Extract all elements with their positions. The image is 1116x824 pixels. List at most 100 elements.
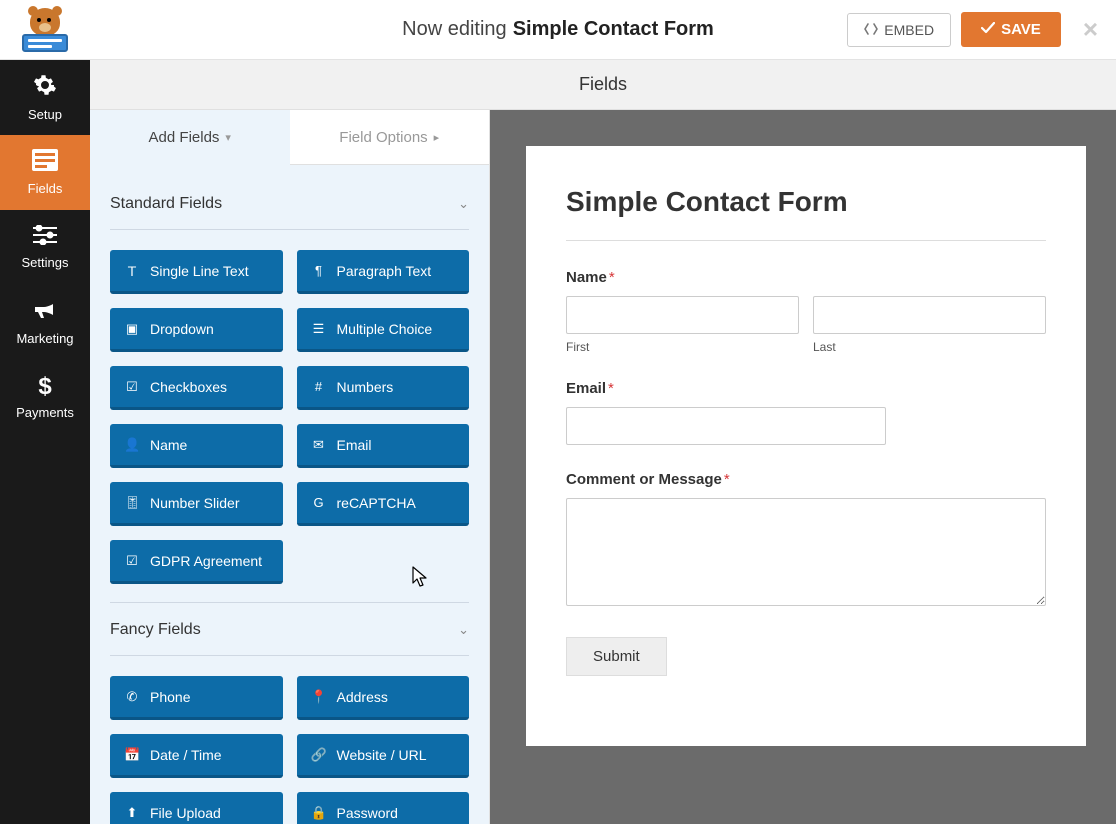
- editing-prefix: Now editing: [402, 18, 507, 41]
- field-block-name[interactable]: Name* First Last: [566, 269, 1046, 354]
- field-block-email[interactable]: Email*: [566, 380, 1046, 445]
- required-mark: *: [724, 471, 730, 488]
- field-label: Date / Time: [150, 747, 222, 763]
- tab-field-options-label: Field Options: [339, 129, 427, 146]
- calendar-icon: 📅: [124, 747, 140, 763]
- nav-setup[interactable]: Setup: [0, 60, 90, 135]
- gear-icon: [33, 73, 57, 101]
- divider: [566, 240, 1046, 241]
- list-ul-icon: ☰: [311, 321, 327, 337]
- main-area: Add Fields ▾ Field Options ▸ Standard Fi…: [90, 110, 1116, 824]
- first-sublabel: First: [566, 340, 799, 354]
- section-fancy-label: Fancy Fields: [110, 621, 201, 639]
- field-label: Email: [337, 437, 372, 453]
- email-input[interactable]: [566, 407, 886, 445]
- sliders-icon: [33, 225, 57, 249]
- field-number-slider[interactable]: 🎚 Number Slider: [110, 482, 283, 526]
- field-single-line-text[interactable]: Ｔ Single Line Text: [110, 250, 283, 294]
- field-label: Address: [337, 689, 388, 705]
- save-button[interactable]: SAVE: [961, 12, 1061, 47]
- field-numbers[interactable]: # Numbers: [297, 366, 470, 410]
- field-label: Password: [337, 805, 398, 821]
- upload-icon: ⬆: [124, 805, 140, 821]
- nav-setup-label: Setup: [28, 107, 62, 122]
- field-website-url[interactable]: 🔗 Website / URL: [297, 734, 470, 778]
- nav-marketing[interactable]: Marketing: [0, 285, 90, 360]
- comment-textarea[interactable]: [566, 498, 1046, 606]
- field-dropdown[interactable]: ▣ Dropdown: [110, 308, 283, 352]
- link-icon: 🔗: [311, 747, 327, 763]
- name-label: Name*: [566, 269, 1046, 286]
- sliders-icon: 🎚: [124, 495, 140, 511]
- text-cursor-icon: Ｔ: [124, 261, 140, 280]
- field-label: File Upload: [150, 805, 221, 821]
- mascot-icon: [18, 8, 72, 52]
- field-label: Dropdown: [150, 321, 214, 337]
- app-logo: [0, 0, 90, 60]
- field-file-upload[interactable]: ⬆ File Upload: [110, 792, 283, 824]
- form-card[interactable]: Simple Contact Form Name* First Last: [526, 146, 1086, 746]
- fancy-fields-grid: ✆ Phone 📍 Address 📅 Date / Time 🔗 Websit…: [110, 656, 469, 824]
- field-block-comment[interactable]: Comment or Message*: [566, 471, 1046, 611]
- check-square-icon: ☑: [124, 379, 140, 395]
- section-standard-fields[interactable]: Standard Fields ⌄: [110, 177, 469, 230]
- chevron-down-icon: ⌄: [458, 622, 469, 638]
- embed-button[interactable]: EMBED: [847, 13, 951, 47]
- section-fancy-fields[interactable]: Fancy Fields ⌄: [110, 602, 469, 656]
- embed-label: EMBED: [884, 22, 934, 38]
- paragraph-icon: ¶: [311, 263, 327, 278]
- close-button[interactable]: ×: [1083, 14, 1098, 45]
- nav-marketing-label: Marketing: [16, 331, 73, 346]
- label-text: Email: [566, 380, 606, 397]
- field-multiple-choice[interactable]: ☰ Multiple Choice: [297, 308, 470, 352]
- field-email[interactable]: ✉ Email: [297, 424, 470, 468]
- field-label: Single Line Text: [150, 263, 249, 279]
- chevron-right-icon: ▸: [434, 131, 440, 144]
- nav-settings[interactable]: Settings: [0, 210, 90, 285]
- hashtag-icon: #: [311, 379, 327, 394]
- top-bar: Now editing Simple Contact Form EMBED SA…: [0, 0, 1116, 60]
- field-label: Multiple Choice: [337, 321, 433, 337]
- field-label: Name: [150, 437, 187, 453]
- field-date-time[interactable]: 📅 Date / Time: [110, 734, 283, 778]
- dollar-icon: $: [38, 375, 51, 399]
- field-label: Numbers: [337, 379, 394, 395]
- field-label: Phone: [150, 689, 190, 705]
- user-icon: 👤: [124, 437, 140, 453]
- field-phone[interactable]: ✆ Phone: [110, 676, 283, 720]
- google-icon: G: [311, 495, 327, 510]
- form-preview-area: Simple Contact Form Name* First Last: [490, 110, 1116, 824]
- field-gdpr-agreement[interactable]: ☑ GDPR Agreement: [110, 540, 283, 584]
- caret-square-icon: ▣: [124, 321, 140, 337]
- required-mark: *: [609, 269, 615, 286]
- left-nav: Setup Fields Settings Marketing $ Paymen…: [0, 60, 90, 824]
- field-recaptcha[interactable]: G reCAPTCHA: [297, 482, 470, 526]
- field-address[interactable]: 📍 Address: [297, 676, 470, 720]
- chevron-down-icon: ▾: [225, 131, 231, 144]
- standard-fields-grid: Ｔ Single Line Text ¶ Paragraph Text ▣ Dr…: [110, 230, 469, 602]
- field-name[interactable]: 👤 Name: [110, 424, 283, 468]
- nav-payments[interactable]: $ Payments: [0, 360, 90, 435]
- comment-label: Comment or Message*: [566, 471, 1046, 488]
- last-name-input[interactable]: [813, 296, 1046, 334]
- panel-tabs: Add Fields ▾ Field Options ▸: [90, 110, 489, 165]
- code-icon: [864, 22, 878, 38]
- first-name-input[interactable]: [566, 296, 799, 334]
- side-panel[interactable]: Add Fields ▾ Field Options ▸ Standard Fi…: [90, 110, 490, 824]
- tab-field-options[interactable]: Field Options ▸: [290, 110, 490, 165]
- submit-button[interactable]: Submit: [566, 637, 667, 676]
- field-paragraph-text[interactable]: ¶ Paragraph Text: [297, 250, 470, 294]
- bullhorn-icon: [33, 299, 57, 325]
- nav-fields[interactable]: Fields: [0, 135, 90, 210]
- field-label: reCAPTCHA: [337, 495, 416, 511]
- field-checkboxes[interactable]: ☑ Checkboxes: [110, 366, 283, 410]
- email-label: Email*: [566, 380, 1046, 397]
- chevron-down-icon: ⌄: [458, 196, 469, 212]
- last-sublabel: Last: [813, 340, 1046, 354]
- section-standard-label: Standard Fields: [110, 195, 222, 213]
- label-text: Name: [566, 269, 607, 286]
- field-password[interactable]: 🔒 Password: [297, 792, 470, 824]
- envelope-icon: ✉: [311, 437, 327, 453]
- tab-add-fields[interactable]: Add Fields ▾: [90, 110, 290, 165]
- panel-body: Standard Fields ⌄ Ｔ Single Line Text ¶ P…: [90, 165, 489, 824]
